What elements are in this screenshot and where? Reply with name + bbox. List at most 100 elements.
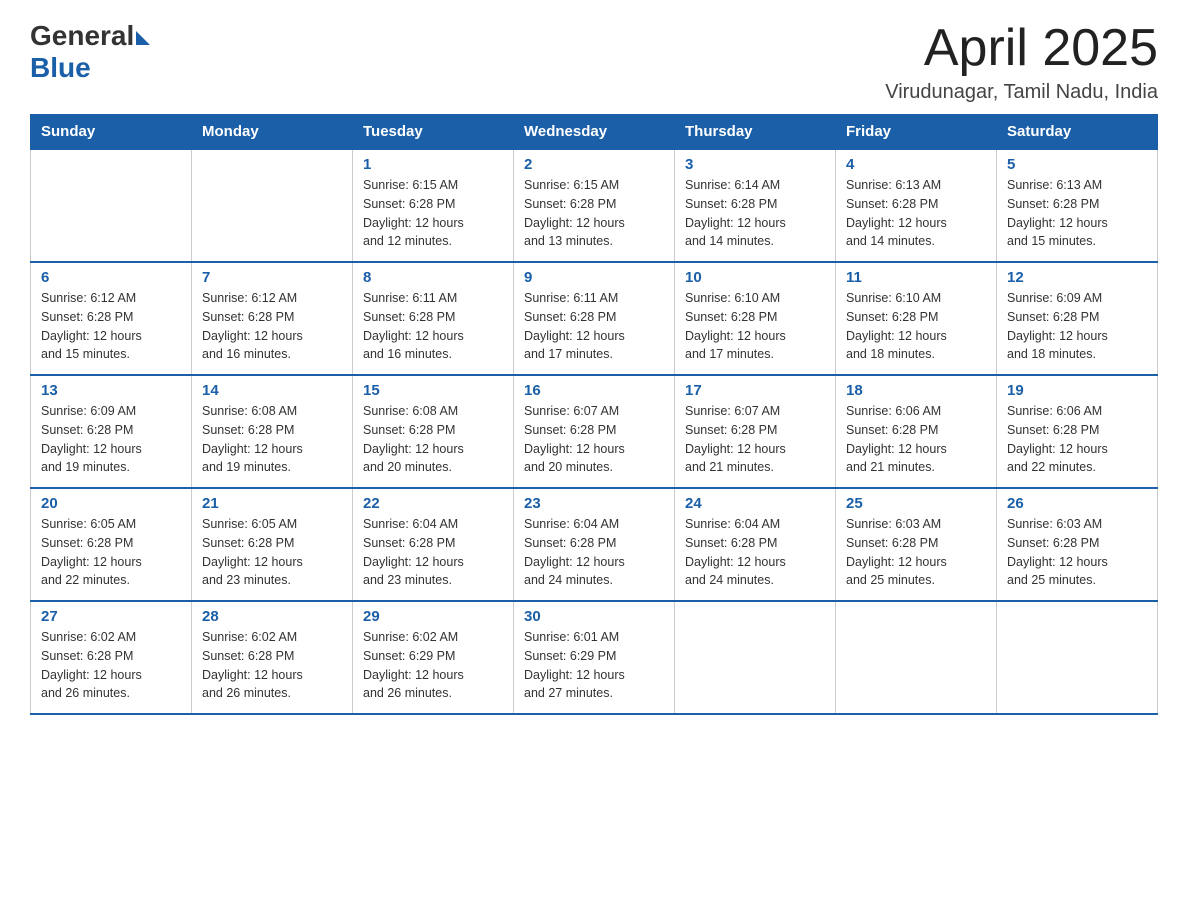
- calendar-cell: [997, 601, 1158, 714]
- day-info: Sunrise: 6:08 AMSunset: 6:28 PMDaylight:…: [363, 402, 503, 477]
- calendar-cell: 21Sunrise: 6:05 AMSunset: 6:28 PMDayligh…: [192, 488, 353, 601]
- calendar-week-row: 27 Sunrise: 6:02 AMSunset: 6:28 PMDayligh…: [31, 601, 1158, 714]
- calendar-cell: [192, 149, 353, 262]
- day-number: 23: [524, 495, 664, 512]
- day-info: Sunrise: 6:11 AMSunset: 6:28 PMDaylight:…: [363, 289, 503, 364]
- calendar-cell: 26 Sunrise: 6:03 AMSunset: 6:28 PMDayligh…: [997, 488, 1158, 601]
- day-number: 5: [1007, 156, 1147, 173]
- calendar-header-row: SundayMondayTuesdayWednesdayThursdayFrid…: [31, 115, 1158, 150]
- calendar-cell: [836, 601, 997, 714]
- calendar-cell: 19 Sunrise: 6:06 AMSunset: 6:28 PMDayligh…: [997, 375, 1158, 488]
- column-header-friday: Friday: [836, 115, 997, 150]
- day-number: 3: [685, 156, 825, 173]
- day-info: Sunrise: 6:03 AMSunset: 6:28 PMDaylight:…: [1007, 515, 1147, 590]
- calendar-cell: 25 Sunrise: 6:03 AMSunset: 6:28 PMDayligh…: [836, 488, 997, 601]
- column-header-wednesday: Wednesday: [514, 115, 675, 150]
- day-info: Sunrise: 6:15 AMSunset: 6:28 PMDaylight:…: [363, 176, 503, 251]
- day-number: 26: [1007, 495, 1147, 512]
- day-info: Sunrise: 6:11 AMSunset: 6:28 PMDaylight:…: [524, 289, 664, 364]
- location-subtitle: Virudunagar, Tamil Nadu, India: [885, 81, 1158, 104]
- calendar-cell: 2 Sunrise: 6:15 AMSunset: 6:28 PMDaylight…: [514, 149, 675, 262]
- calendar-week-row: 13 Sunrise: 6:09 AMSunset: 6:28 PMDayligh…: [31, 375, 1158, 488]
- day-number: 7: [202, 269, 342, 286]
- day-number: 16: [524, 382, 664, 399]
- day-number: 28: [202, 608, 342, 625]
- day-info: Sunrise: 6:07 AMSunset: 6:28 PMDaylight:…: [685, 402, 825, 477]
- calendar-cell: 7 Sunrise: 6:12 AMSunset: 6:28 PMDaylight…: [192, 262, 353, 375]
- calendar-table: SundayMondayTuesdayWednesdayThursdayFrid…: [30, 114, 1158, 715]
- column-header-tuesday: Tuesday: [353, 115, 514, 150]
- calendar-cell: 4Sunrise: 6:13 AMSunset: 6:28 PMDaylight…: [836, 149, 997, 262]
- calendar-cell: 20 Sunrise: 6:05 AMSunset: 6:28 PMDayligh…: [31, 488, 192, 601]
- calendar-cell: [31, 149, 192, 262]
- day-number: 12: [1007, 269, 1147, 286]
- day-info: Sunrise: 6:13 AMSunset: 6:28 PMDaylight:…: [846, 176, 986, 251]
- day-number: 30: [524, 608, 664, 625]
- day-number: 13: [41, 382, 181, 399]
- calendar-cell: 10Sunrise: 6:10 AMSunset: 6:28 PMDayligh…: [675, 262, 836, 375]
- day-info: Sunrise: 6:02 AMSunset: 6:29 PMDaylight:…: [363, 628, 503, 703]
- logo-blue: Blue: [30, 52, 91, 84]
- day-info: Sunrise: 6:05 AMSunset: 6:28 PMDaylight:…: [41, 515, 181, 590]
- column-header-sunday: Sunday: [31, 115, 192, 150]
- day-number: 15: [363, 382, 503, 399]
- calendar-cell: 3 Sunrise: 6:14 AMSunset: 6:28 PMDaylight…: [675, 149, 836, 262]
- day-info: Sunrise: 6:06 AMSunset: 6:28 PMDaylight:…: [846, 402, 986, 477]
- day-info: Sunrise: 6:15 AMSunset: 6:28 PMDaylight:…: [524, 176, 664, 251]
- day-info: Sunrise: 6:07 AMSunset: 6:28 PMDaylight:…: [524, 402, 664, 477]
- day-number: 2: [524, 156, 664, 173]
- title-section: April 2025 Virudunagar, Tamil Nadu, Indi…: [885, 20, 1158, 104]
- calendar-cell: 1 Sunrise: 6:15 AMSunset: 6:28 PMDaylight…: [353, 149, 514, 262]
- day-number: 21: [202, 495, 342, 512]
- day-number: 11: [846, 269, 986, 286]
- day-number: 18: [846, 382, 986, 399]
- calendar-cell: 22 Sunrise: 6:04 AMSunset: 6:28 PMDayligh…: [353, 488, 514, 601]
- calendar-week-row: 6Sunrise: 6:12 AMSunset: 6:28 PMDaylight…: [31, 262, 1158, 375]
- day-number: 19: [1007, 382, 1147, 399]
- calendar-cell: 5 Sunrise: 6:13 AMSunset: 6:28 PMDaylight…: [997, 149, 1158, 262]
- day-number: 1: [363, 156, 503, 173]
- day-number: 14: [202, 382, 342, 399]
- day-number: 8: [363, 269, 503, 286]
- day-number: 24: [685, 495, 825, 512]
- day-number: 22: [363, 495, 503, 512]
- day-info: Sunrise: 6:08 AMSunset: 6:28 PMDaylight:…: [202, 402, 342, 477]
- day-info: Sunrise: 6:12 AMSunset: 6:28 PMDaylight:…: [41, 289, 181, 364]
- page-header: General Blue April 2025 Virudunagar, Tam…: [30, 20, 1158, 104]
- day-number: 27: [41, 608, 181, 625]
- day-info: Sunrise: 6:12 AMSunset: 6:28 PMDaylight:…: [202, 289, 342, 364]
- calendar-cell: 18 Sunrise: 6:06 AMSunset: 6:28 PMDayligh…: [836, 375, 997, 488]
- day-info: Sunrise: 6:09 AMSunset: 6:28 PMDaylight:…: [41, 402, 181, 477]
- day-info: Sunrise: 6:14 AMSunset: 6:28 PMDaylight:…: [685, 176, 825, 251]
- day-number: 20: [41, 495, 181, 512]
- day-info: Sunrise: 6:10 AMSunset: 6:28 PMDaylight:…: [846, 289, 986, 364]
- logo-general: General: [30, 20, 134, 52]
- day-info: Sunrise: 6:02 AMSunset: 6:28 PMDaylight:…: [202, 628, 342, 703]
- day-info: Sunrise: 6:04 AMSunset: 6:28 PMDaylight:…: [363, 515, 503, 590]
- day-info: Sunrise: 6:01 AMSunset: 6:29 PMDaylight:…: [524, 628, 664, 703]
- calendar-cell: 27 Sunrise: 6:02 AMSunset: 6:28 PMDayligh…: [31, 601, 192, 714]
- day-info: Sunrise: 6:02 AMSunset: 6:28 PMDaylight:…: [41, 628, 181, 703]
- day-info: Sunrise: 6:06 AMSunset: 6:28 PMDaylight:…: [1007, 402, 1147, 477]
- calendar-cell: 30 Sunrise: 6:01 AMSunset: 6:29 PMDayligh…: [514, 601, 675, 714]
- calendar-week-row: 20 Sunrise: 6:05 AMSunset: 6:28 PMDayligh…: [31, 488, 1158, 601]
- calendar-cell: 11 Sunrise: 6:10 AMSunset: 6:28 PMDayligh…: [836, 262, 997, 375]
- day-number: 17: [685, 382, 825, 399]
- calendar-cell: 6Sunrise: 6:12 AMSunset: 6:28 PMDaylight…: [31, 262, 192, 375]
- day-info: Sunrise: 6:04 AMSunset: 6:28 PMDaylight:…: [524, 515, 664, 590]
- calendar-cell: 15 Sunrise: 6:08 AMSunset: 6:28 PMDayligh…: [353, 375, 514, 488]
- calendar-cell: 12Sunrise: 6:09 AMSunset: 6:28 PMDayligh…: [997, 262, 1158, 375]
- day-info: Sunrise: 6:03 AMSunset: 6:28 PMDaylight:…: [846, 515, 986, 590]
- calendar-cell: 24Sunrise: 6:04 AMSunset: 6:28 PMDayligh…: [675, 488, 836, 601]
- day-info: Sunrise: 6:10 AMSunset: 6:28 PMDaylight:…: [685, 289, 825, 364]
- day-number: 25: [846, 495, 986, 512]
- calendar-cell: 9 Sunrise: 6:11 AMSunset: 6:28 PMDaylight…: [514, 262, 675, 375]
- calendar-cell: 23 Sunrise: 6:04 AMSunset: 6:28 PMDayligh…: [514, 488, 675, 601]
- logo-arrow-icon: [136, 31, 150, 45]
- day-number: 9: [524, 269, 664, 286]
- calendar-cell: 13 Sunrise: 6:09 AMSunset: 6:28 PMDayligh…: [31, 375, 192, 488]
- day-info: Sunrise: 6:13 AMSunset: 6:28 PMDaylight:…: [1007, 176, 1147, 251]
- month-title: April 2025: [885, 20, 1158, 77]
- column-header-monday: Monday: [192, 115, 353, 150]
- logo: General Blue: [30, 20, 150, 84]
